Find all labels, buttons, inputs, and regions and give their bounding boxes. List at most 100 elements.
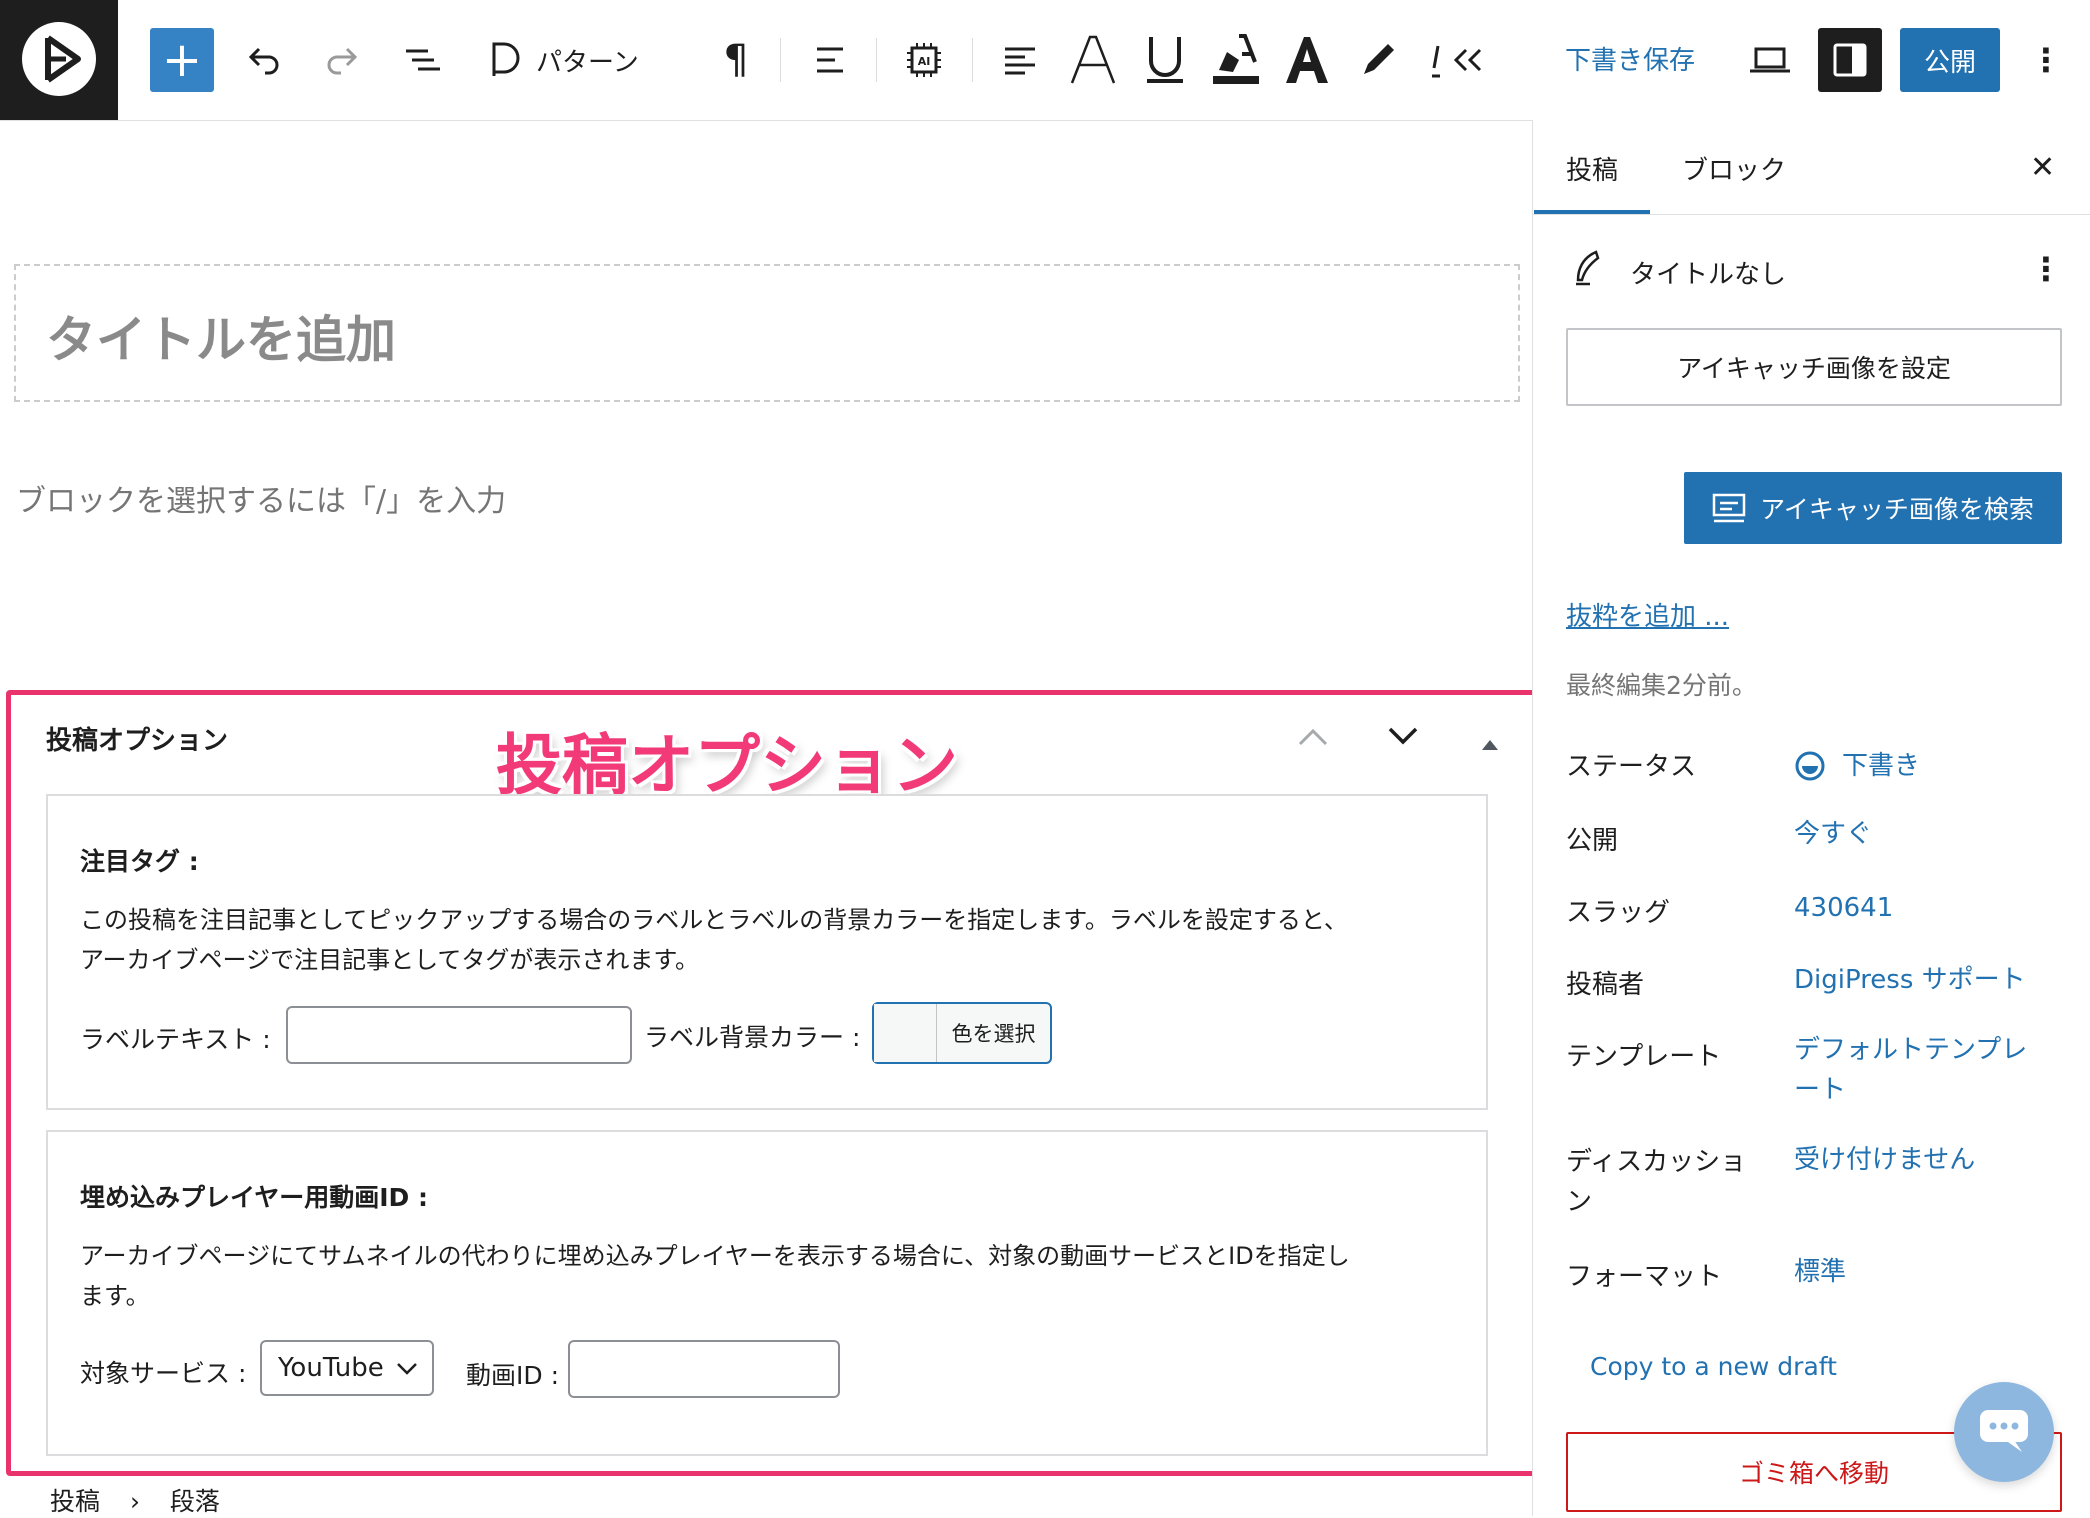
- status-value-button[interactable]: 下書き: [1794, 746, 1920, 786]
- discussion-value-button[interactable]: 受け付けません: [1794, 1140, 1975, 1180]
- publish-date-button[interactable]: 今すぐ: [1794, 814, 1872, 854]
- pencil-icon: [1364, 44, 1394, 74]
- chevron-down-icon: [397, 1363, 417, 1375]
- color-swatch: [874, 1004, 937, 1062]
- sidebar-icon: [1833, 43, 1867, 77]
- active-tab-indicator: [1534, 210, 1650, 214]
- pattern-button[interactable]: パターン: [490, 36, 639, 84]
- align-button[interactable]: [806, 36, 854, 84]
- template-label: テンプレート: [1566, 1042, 1722, 1072]
- block-appender-hint[interactable]: ブロックを選択するには「/」を入力: [16, 476, 506, 520]
- outline-font-button[interactable]: [1066, 30, 1120, 88]
- search-featured-image-button[interactable]: アイキャッチ画像を検索: [1684, 472, 2062, 544]
- post-actions-button[interactable]: ⋮: [2030, 250, 2062, 288]
- redo-button[interactable]: [318, 36, 366, 84]
- publish-label: 公開: [1566, 826, 1619, 856]
- breadcrumb-root[interactable]: 投稿: [50, 1487, 100, 1516]
- highlight-button[interactable]: [1210, 30, 1262, 88]
- move-down-button[interactable]: [1386, 718, 1420, 756]
- image-search-icon: [1712, 493, 1746, 523]
- support-chat-button[interactable]: [1954, 1382, 2054, 1482]
- close-icon: ✕: [2030, 150, 2056, 185]
- add-block-button[interactable]: +: [150, 28, 214, 92]
- search-featured-label: アイキャッチ画像を検索: [1760, 495, 2034, 524]
- select-color-label: 色を選択: [951, 1022, 1036, 1046]
- marker-button[interactable]: [1354, 36, 1402, 84]
- template-value-button[interactable]: デフォルトテンプレ ート: [1794, 1030, 2027, 1110]
- service-select[interactable]: YouTube: [260, 1340, 434, 1396]
- kebab-icon: ⋮: [2030, 250, 2062, 288]
- format-value-button[interactable]: 標準: [1794, 1252, 1846, 1292]
- tab-post[interactable]: 投稿: [1566, 150, 1618, 187]
- copy-to-draft-link[interactable]: Copy to a new draft: [1590, 1352, 1837, 1381]
- undo-icon: [248, 47, 279, 75]
- undo-button[interactable]: [240, 36, 288, 84]
- toolbar-divider: [780, 38, 781, 82]
- move-up-button[interactable]: [1296, 718, 1330, 756]
- collapse-icon: [1432, 45, 1482, 78]
- breadcrumb-current[interactable]: 段落: [170, 1487, 220, 1516]
- add-excerpt-link[interactable]: 抜粋を追加 ...: [1566, 596, 1729, 633]
- toggle-panel-button[interactable]: [1480, 722, 1500, 760]
- service-selected-value: YouTube: [278, 1353, 384, 1383]
- pattern-icon: [492, 42, 520, 76]
- close-sidebar-button[interactable]: ✕: [2030, 150, 2055, 185]
- slug-value-button[interactable]: 430641: [1794, 888, 1893, 928]
- video-id-input[interactable]: [568, 1340, 840, 1398]
- label-text-input[interactable]: [286, 1006, 632, 1064]
- post-title-placeholder: タイトルを追加: [46, 311, 396, 369]
- status-value: 下書き: [1842, 751, 1921, 781]
- chevron-down-icon: [1388, 727, 1418, 745]
- chat-icon: [1980, 1410, 2028, 1452]
- settings-panel-toggle[interactable]: [1818, 28, 1882, 92]
- kebab-icon: ⋮: [2030, 41, 2062, 79]
- draft-status-icon: [1795, 751, 1825, 781]
- save-draft-button[interactable]: 下書き保存: [1565, 40, 1695, 77]
- slug-label: スラッグ: [1566, 898, 1671, 928]
- letter-a-icon: [1286, 37, 1328, 83]
- last-edited-text: 最終編集2分前。: [1566, 671, 1757, 700]
- outline-letter-icon: [1070, 35, 1116, 84]
- list-view-icon: [406, 49, 440, 71]
- paragraph-button[interactable]: ¶: [712, 36, 760, 84]
- select-color-button[interactable]: 色を選択: [872, 1002, 1052, 1064]
- video-id-label: 動画ID :: [466, 1361, 559, 1390]
- site-logo-button[interactable]: [0, 0, 118, 120]
- ai-button[interactable]: AI: [900, 36, 948, 84]
- embed-player-description: アーカイブページにてサムネイルの代わりに埋め込みプレイヤーを表示する場合に、対象…: [80, 1242, 1350, 1310]
- post-summary-title: タイトルなし: [1630, 260, 1787, 290]
- toolbar-divider: [876, 38, 877, 82]
- block-breadcrumb: 投稿 › 段落: [50, 1482, 220, 1518]
- caret-up-icon: [1482, 740, 1498, 750]
- redo-icon: [327, 47, 358, 75]
- embed-player-title: 埋め込みプレイヤー用動画ID :: [80, 1183, 429, 1212]
- text-align-button[interactable]: [996, 36, 1044, 84]
- preview-button[interactable]: [1746, 36, 1794, 84]
- svg-text:AI: AI: [918, 55, 931, 68]
- ai-chip-icon: AI: [907, 43, 941, 77]
- tabs-divider: [1533, 214, 2090, 215]
- label-text-label: ラベルテキスト :: [80, 1025, 271, 1054]
- underline-icon: [1147, 37, 1183, 83]
- target-service-label: 対象サービス :: [80, 1359, 247, 1388]
- featured-tag-title: 注目タグ :: [80, 847, 199, 876]
- options-menu-button[interactable]: ⋮: [2026, 36, 2066, 84]
- discussion-label: ディスカッショ ン: [1566, 1147, 1747, 1217]
- author-label: 投稿者: [1566, 970, 1645, 1000]
- document-overview-button[interactable]: [398, 36, 446, 84]
- logo-icon: [22, 22, 96, 96]
- featured-tag-description: この投稿を注目記事としてピックアップする場合のラベルとラベルの背景カラーを指定し…: [80, 906, 1348, 974]
- more-formats-button[interactable]: [1428, 36, 1488, 84]
- author-value-button[interactable]: DigiPress サポート: [1794, 960, 2026, 1000]
- text-color-button[interactable]: [1282, 30, 1332, 88]
- set-featured-image-button[interactable]: アイキャッチ画像を設定: [1566, 328, 2062, 406]
- highlighter-icon: [1213, 34, 1259, 84]
- format-label: フォーマット: [1566, 1262, 1723, 1292]
- label-bg-color-label: ラベル背景カラー :: [644, 1023, 861, 1052]
- tab-block[interactable]: ブロック: [1682, 150, 1786, 187]
- toolbar-divider: [972, 38, 973, 82]
- status-label: ステータス: [1566, 752, 1697, 782]
- underline-button[interactable]: [1140, 30, 1190, 88]
- pilcrow-icon: ¶: [723, 37, 749, 83]
- publish-button[interactable]: 公開: [1900, 28, 2000, 92]
